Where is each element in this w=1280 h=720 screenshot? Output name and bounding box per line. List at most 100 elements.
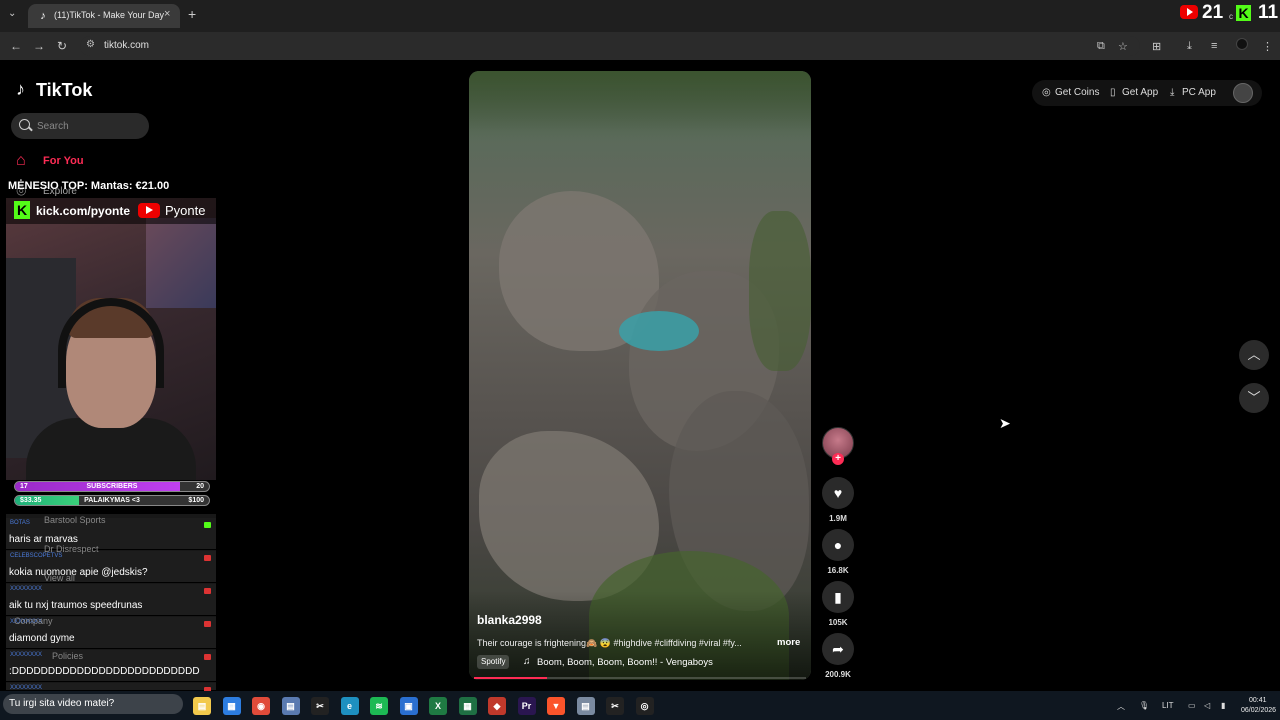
bookmark-star-icon[interactable]: ☆ xyxy=(1118,40,1128,53)
extensions-icon[interactable]: ⊞ xyxy=(1152,40,1161,53)
follow-plus-icon[interactable]: + xyxy=(832,453,844,465)
forward-icon[interactable]: → xyxy=(33,39,45,53)
taskbar-edge-icon[interactable]: e xyxy=(340,697,359,715)
search-icon xyxy=(19,119,30,130)
comment-icon[interactable]: ● xyxy=(822,529,854,561)
get-app-button[interactable]: Get App xyxy=(1122,87,1158,98)
footer-link[interactable]: Policies xyxy=(52,651,83,661)
phone-icon: ▯ xyxy=(1110,87,1116,98)
tray-chevron-icon[interactable]: ︿ xyxy=(1117,701,1125,712)
download-icon: ⤓ xyxy=(1170,87,1175,98)
chat-input-text: Tu irgi sita video matei? xyxy=(9,698,115,709)
tiktok-logo-icon[interactable]: ♪ xyxy=(16,79,25,100)
next-video-chevron-down-icon[interactable]: ﹀ xyxy=(1239,383,1269,413)
kick-viewer-count: 11 xyxy=(1258,2,1279,23)
taskbar-pdf-icon[interactable]: ◆ xyxy=(488,697,506,715)
video-author[interactable]: blanka2998 xyxy=(477,613,542,627)
browser-tab[interactable]: ♪ (11)TikTok - Make Your Day × xyxy=(28,4,180,28)
taskbar-capcut-icon[interactable]: ✂ xyxy=(311,697,329,715)
youtube-badge-icon xyxy=(204,555,211,561)
chat-text: aik tu nxj traumos speedrunas xyxy=(9,600,143,611)
taskbar-capcut-2-icon[interactable]: ✂ xyxy=(606,697,624,715)
url-field[interactable]: ⚙ tiktok.com xyxy=(80,36,1140,56)
comment-count: 16.8K xyxy=(827,566,849,575)
bookmark-icon[interactable]: ▮ xyxy=(822,581,854,613)
view-all-link[interactable]: View all xyxy=(44,573,75,583)
reload-icon[interactable]: ↻ xyxy=(57,39,67,53)
battery-icon[interactable]: ▮ xyxy=(1221,701,1225,710)
subscriber-goal-bar: 17 SUBSCRIBERS 20 xyxy=(14,481,210,492)
taskbar-premiere-icon[interactable]: Pr xyxy=(517,697,536,715)
mouse-cursor-icon: ➤ xyxy=(999,415,1011,431)
tiktok-logo[interactable]: TikTok xyxy=(36,80,92,101)
nav-for-you[interactable]: For You xyxy=(43,155,84,167)
address-bar-row: ← → ↻ ⚙ tiktok.com ⧉ ☆ ⊞ ⤓ ≡ ⋮ xyxy=(0,32,1280,60)
spotify-badge[interactable]: Spotify xyxy=(477,655,510,669)
taskbar-explorer-icon[interactable]: ▤ xyxy=(193,697,211,715)
tiktok-favicon-icon: ♪ xyxy=(40,10,46,22)
taskbar-notepad-2-icon[interactable]: ▤ xyxy=(576,697,595,715)
pc-app-button[interactable]: PC App xyxy=(1182,87,1216,98)
browser-menu-icon[interactable]: ⋮ xyxy=(1262,40,1273,53)
youtube-logo-icon xyxy=(138,203,160,218)
download-icon[interactable]: ⤓ xyxy=(1187,40,1192,53)
clock-time[interactable]: 00:41 xyxy=(1249,697,1267,704)
overlay-separator: c xyxy=(1229,12,1233,21)
donation-goal-bar: $33.35 PALAIKYMAS <3 $100 xyxy=(14,495,210,506)
site-info-icon[interactable]: ⚙ xyxy=(86,39,95,50)
top-donor-label: MĖNESIO TOP: Mantas: €21.00 xyxy=(8,180,170,192)
language-indicator[interactable]: LIT xyxy=(1162,701,1174,710)
share-count: 200.9K xyxy=(825,670,851,679)
chat-username: BOTAS xyxy=(10,520,30,526)
chat-message: XXXXXXXX xyxy=(6,683,216,693)
following-item[interactable]: Barstool Sports xyxy=(44,515,106,525)
youtube-channel-name: Pyonte xyxy=(165,203,206,218)
search-input[interactable]: Search xyxy=(11,113,149,139)
back-icon[interactable]: ← xyxy=(10,39,22,53)
video-player[interactable] xyxy=(469,71,811,680)
video-progress-bar[interactable] xyxy=(474,677,806,679)
chat-input[interactable]: Tu irgi sita video matei? xyxy=(3,694,183,714)
taskbar-chrome-icon[interactable]: ◉ xyxy=(252,697,270,715)
youtube-badge-icon xyxy=(204,522,211,528)
user-avatar[interactable] xyxy=(1233,83,1253,103)
new-tab-button[interactable]: + xyxy=(188,6,196,22)
goal-target: $100 xyxy=(188,497,204,504)
clock-date[interactable]: 06/02/2026 xyxy=(1241,707,1276,714)
kick-logo-icon: K xyxy=(14,201,30,219)
footer-link[interactable]: Company xyxy=(14,616,53,626)
url-text: tiktok.com xyxy=(104,40,150,51)
chat-message: CELEBSCOPETVS kokia nuomone apie @jedskis… xyxy=(6,551,216,583)
taskbar-excel-icon[interactable]: X xyxy=(429,697,447,715)
taskbar-notepad-icon[interactable]: ▤ xyxy=(281,697,300,715)
taskbar-store-icon[interactable]: ▦ xyxy=(222,697,241,715)
music-note-icon: ♫ xyxy=(523,656,531,667)
caption-more-button[interactable]: more xyxy=(777,637,800,648)
following-item[interactable]: Dr Disrespect xyxy=(44,544,99,554)
previous-video-chevron-up-icon[interactable]: ︿ xyxy=(1239,340,1269,370)
browser-profile-avatar[interactable] xyxy=(1236,38,1248,50)
home-icon[interactable]: ⌂ xyxy=(16,152,26,170)
taskbar-spotify-icon[interactable]: ≋ xyxy=(370,697,388,715)
media-controls-icon[interactable]: ≡ xyxy=(1211,40,1217,52)
tab-search-icon[interactable]: ⌄ xyxy=(8,8,16,19)
volume-icon[interactable]: ◁ xyxy=(1204,701,1210,710)
mic-icon[interactable]: 🎙 xyxy=(1139,701,1149,710)
music-title[interactable]: Boom, Boom, Boom, Boom!! - Vengaboys xyxy=(537,657,713,668)
taskbar-brave-icon[interactable]: ▼ xyxy=(547,697,565,715)
taskbar-sheets-icon[interactable]: ▦ xyxy=(458,697,477,715)
network-icon[interactable]: ▭ xyxy=(1188,701,1196,710)
kick-icon: K xyxy=(1236,5,1251,21)
chat-text: diamond gyme xyxy=(9,633,75,644)
like-count: 1.9M xyxy=(829,514,847,523)
install-app-icon[interactable]: ⧉ xyxy=(1097,40,1105,53)
taskbar-obs-icon[interactable]: ◎ xyxy=(635,697,654,715)
share-icon[interactable]: ➦ xyxy=(822,633,854,665)
like-heart-icon[interactable]: ♥ xyxy=(822,477,854,509)
chat-message: XXXXXXXX:DDDDDDDDDDDDDDDDDDDDDDDDDD xyxy=(6,650,216,682)
video-caption: Their courage is frightening🙈 😨 #highdiv… xyxy=(477,638,742,648)
taskbar-photos-icon[interactable]: ▣ xyxy=(399,697,418,715)
tab-close-icon[interactable]: × xyxy=(164,8,170,20)
get-coins-button[interactable]: Get Coins xyxy=(1055,87,1099,98)
chat-message: XXXXXXXX aik tu nxj traumos speedrunas xyxy=(6,584,216,616)
